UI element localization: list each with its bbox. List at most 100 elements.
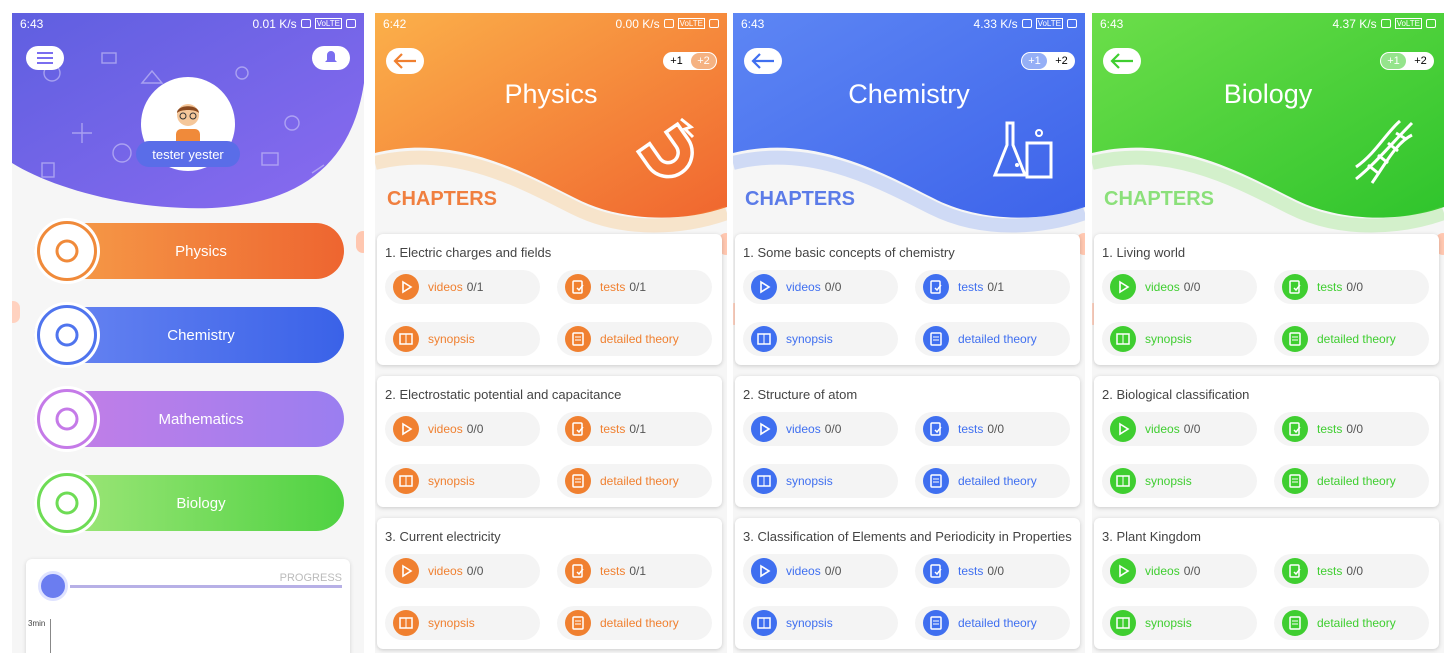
back-arrow-icon (1110, 53, 1133, 69)
play-icon (1110, 274, 1136, 300)
tests-button[interactable]: tests 0/1 (557, 412, 712, 446)
detailed-theory-button[interactable]: detailed theory (557, 322, 712, 356)
book-icon (1110, 610, 1136, 636)
videos-button[interactable]: videos 0/0 (1102, 270, 1257, 304)
class-toggle[interactable]: +1 +2 (1380, 52, 1434, 70)
toggle-option-1[interactable]: +1 (1022, 53, 1047, 69)
chapter-card[interactable]: 1. Living world videos 0/0 tests 0/0 synopsis… (1094, 234, 1439, 365)
subject-label: Biology (176, 494, 226, 512)
chart-icon[interactable] (38, 571, 68, 601)
synopsis-button[interactable]: synopsis (743, 464, 898, 498)
floating-tab[interactable] (356, 231, 364, 253)
play-icon (393, 274, 419, 300)
videos-button[interactable]: videos 0/1 (385, 270, 540, 304)
theory-icon (923, 326, 949, 352)
subject-icon-badge[interactable] (34, 302, 100, 368)
dna-icon (1355, 119, 1414, 184)
alarm-icon (1380, 19, 1391, 28)
videos-button[interactable]: videos 0/0 (1102, 554, 1257, 588)
chapter-card[interactable]: 1. Some basic concepts of chemistry video… (735, 234, 1080, 365)
chapter-card[interactable]: 2. Biological classification videos 0/0 tes… (1094, 376, 1439, 507)
status-time: 6:43 (1100, 16, 1124, 31)
class-toggle[interactable]: +1 +2 (663, 52, 717, 70)
synopsis-button[interactable]: synopsis (385, 322, 540, 356)
chapter-card[interactable]: 2. Electrostatic potential and capacitan… (377, 376, 722, 507)
synopsis-label: synopsis (428, 616, 475, 630)
chapter-title: 2. Structure of atom (743, 387, 858, 402)
toggle-option-2[interactable]: +2 (1408, 53, 1433, 69)
book-icon (393, 468, 419, 494)
menu-button[interactable] (26, 46, 64, 70)
chapter-card[interactable]: 3. Plant Kingdom videos 0/0 tests 0/0 synopsi… (1094, 518, 1439, 649)
detailed-theory-button[interactable]: detailed theory (915, 606, 1070, 640)
tests-button[interactable]: tests 0/0 (915, 554, 1070, 588)
test-icon (565, 558, 591, 584)
progress-card: PROGRESS 3min (26, 559, 350, 653)
compass-icon (37, 389, 97, 449)
test-icon (923, 274, 949, 300)
tests-label: tests (600, 422, 626, 436)
flask-icon (37, 305, 97, 365)
test-icon (1282, 558, 1308, 584)
synopsis-button[interactable]: synopsis (1102, 322, 1257, 356)
videos-button[interactable]: videos 0/0 (743, 554, 898, 588)
detailed-theory-button[interactable]: detailed theory (557, 464, 712, 498)
chapter-card[interactable]: 3. Current electricity videos 0/0 tests 0/1 s… (377, 518, 722, 649)
magnet-icon (635, 117, 695, 179)
chapters-heading: CHAPTERS (745, 188, 856, 210)
detailed-theory-button[interactable]: detailed theory (915, 464, 1070, 498)
toggle-option-2[interactable]: +2 (691, 53, 716, 69)
menu-icon (37, 57, 53, 59)
chapter-card[interactable]: 2. Structure of atom videos 0/0 tests 0/0 syn… (735, 376, 1080, 507)
videos-button[interactable]: videos 0/0 (1102, 412, 1257, 446)
subject-icon-badge[interactable] (34, 218, 100, 284)
detailed-theory-button[interactable]: detailed theory (1274, 322, 1429, 356)
toggle-option-1[interactable]: +1 (664, 53, 689, 69)
synopsis-button[interactable]: synopsis (385, 464, 540, 498)
synopsis-button[interactable]: synopsis (385, 606, 540, 640)
back-button[interactable] (744, 48, 782, 74)
notifications-button[interactable] (312, 46, 350, 70)
videos-button[interactable]: videos 0/0 (743, 270, 898, 304)
chapter-title: 1. Some basic concepts of chemistry (743, 245, 955, 260)
detailed-theory-button[interactable]: detailed theory (557, 606, 712, 640)
tests-label: tests (958, 280, 984, 294)
synopsis-button[interactable]: synopsis (1102, 464, 1257, 498)
synopsis-button[interactable]: synopsis (743, 606, 898, 640)
tests-button[interactable]: tests 0/1 (557, 554, 712, 588)
subject-icon-badge[interactable] (34, 470, 100, 536)
detailed-theory-button[interactable]: detailed theory (1274, 464, 1429, 498)
toggle-option-1[interactable]: +1 (1381, 53, 1406, 69)
back-button[interactable] (386, 48, 424, 74)
signal-icon (1426, 19, 1436, 28)
book-icon (393, 326, 419, 352)
back-button[interactable] (1103, 48, 1141, 74)
synopsis-button[interactable]: synopsis (743, 322, 898, 356)
tests-button[interactable]: tests 0/1 (557, 270, 712, 304)
videos-label: videos (786, 564, 821, 578)
videos-button[interactable]: videos 0/0 (385, 412, 540, 446)
videos-button[interactable]: videos 0/0 (743, 412, 898, 446)
floating-tab[interactable] (12, 301, 20, 323)
magnet-icon (37, 221, 97, 281)
tests-button[interactable]: tests 0/0 (1274, 412, 1429, 446)
tests-button[interactable]: tests 0/1 (915, 270, 1070, 304)
chapter-card[interactable]: 3. Classification of Elements and Period… (735, 518, 1080, 649)
detailed-theory-button[interactable]: detailed theory (1274, 606, 1429, 640)
theory-icon (565, 326, 591, 352)
videos-button[interactable]: videos 0/0 (385, 554, 540, 588)
videos-label: videos (786, 280, 821, 294)
detailed-theory-button[interactable]: detailed theory (915, 322, 1070, 356)
chapter-card[interactable]: 1. Electric charges and fields videos 0/1 t… (377, 234, 722, 365)
class-toggle[interactable]: +1 +2 (1021, 52, 1075, 70)
videos-count: 0/0 (824, 422, 842, 436)
synopsis-button[interactable]: synopsis (1102, 606, 1257, 640)
tests-button[interactable]: tests 0/0 (1274, 554, 1429, 588)
tests-button[interactable]: tests 0/0 (1274, 270, 1429, 304)
play-icon (393, 558, 419, 584)
toggle-option-2[interactable]: +2 (1049, 53, 1074, 69)
subject-icon-badge[interactable] (34, 386, 100, 452)
detailed-theory-label: detailed theory (600, 616, 679, 630)
tests-button[interactable]: tests 0/0 (915, 412, 1070, 446)
play-icon (393, 416, 419, 442)
